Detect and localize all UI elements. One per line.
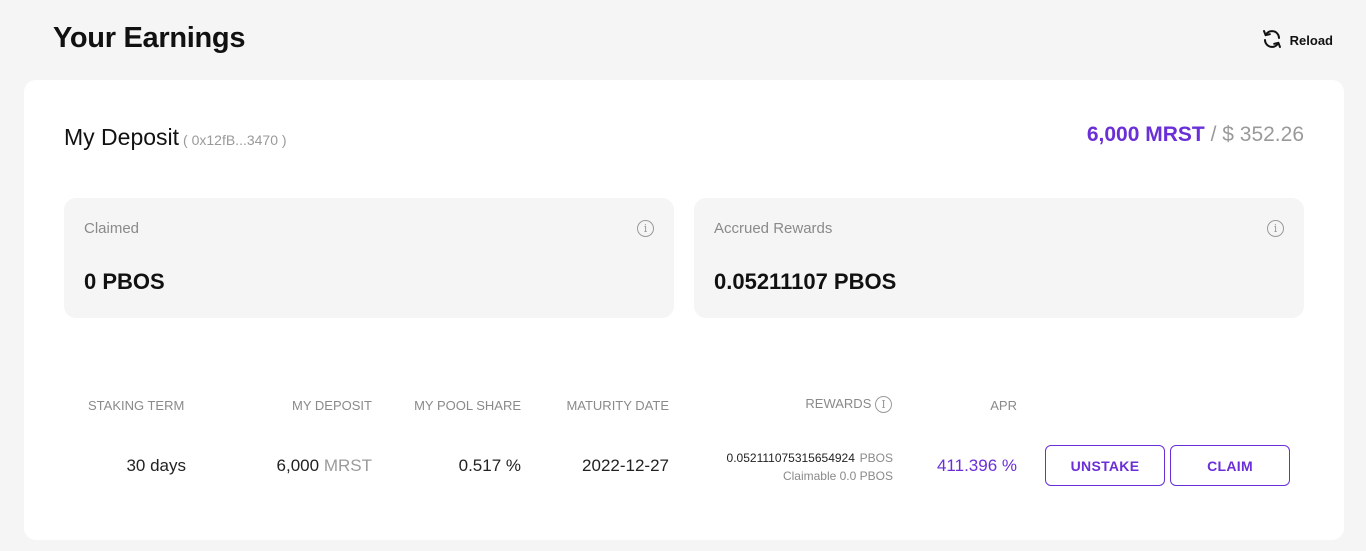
header-staking-term: STAKING TERM — [88, 398, 185, 413]
accrued-rewards-value: 0.05211107 PBOS — [714, 269, 897, 294]
deposit-heading: My Deposit( 0x12fB...3470 ) — [64, 124, 287, 151]
accrued-rewards-box: Accrued Rewards i 0.05211107 PBOS — [694, 198, 1304, 318]
claimed-label: Claimed — [84, 220, 140, 237]
apr-value: 411.396 % — [936, 456, 1017, 475]
unstake-button[interactable]: UNSTAKE — [1045, 445, 1165, 486]
claim-button[interactable]: CLAIM — [1170, 445, 1290, 486]
pool-share-value: 0.517 % — [458, 456, 521, 475]
my-deposit-amount: 6,000 — [276, 456, 320, 475]
my-deposit-value: 6,000 MRST — [277, 456, 372, 476]
maturity-date-value: 2022-12-27 — [582, 456, 669, 475]
info-icon[interactable]: i — [637, 220, 654, 237]
header-rewards-label: REWARDS — [805, 396, 872, 411]
claimed-value: 0 PBOS — [84, 269, 165, 294]
deposit-amount: 6,000 MRST — [1086, 123, 1205, 146]
my-deposit-token: MRST — [323, 456, 372, 475]
reload-label: Reload — [1289, 33, 1333, 48]
reload-button[interactable]: Reload — [1260, 28, 1333, 53]
header-apr: APR — [990, 398, 1017, 413]
deposit-usd-value: $ 352.26 — [1222, 123, 1304, 146]
page-title: Your Earnings — [53, 22, 246, 54]
deposit-address: ( 0x12fB...3470 ) — [183, 132, 287, 148]
claimed-box: Claimed i 0 PBOS — [64, 198, 674, 318]
header-my-deposit: MY DEPOSIT — [292, 398, 372, 413]
header-rewards: REWARDS i — [805, 396, 892, 414]
deposit-title: My Deposit — [64, 124, 180, 150]
deposit-separator: / — [1204, 123, 1223, 146]
staking-term-value: 30 days — [126, 456, 186, 475]
rewards-claimable: Claimable 0.0 PBOS — [782, 469, 893, 483]
rewards-amount: 0.052111075315654924 — [726, 451, 855, 465]
refresh-icon — [1260, 28, 1284, 53]
deposit-total: 6,000 MRST / $ 352.26 — [1087, 123, 1304, 147]
info-icon[interactable]: i — [1267, 220, 1284, 237]
accrued-rewards-label: Accrued Rewards — [714, 220, 833, 237]
earnings-card: My Deposit( 0x12fB...3470 ) 6,000 MRST /… — [24, 80, 1344, 540]
header-my-pool-share: MY POOL SHARE — [414, 398, 521, 413]
rewards-token: PBOS — [859, 451, 893, 465]
info-icon[interactable]: i — [875, 396, 892, 414]
rewards-value: 0.052111075315654924 PBOS Claimable 0.0 … — [727, 448, 893, 485]
header-maturity-date: MATURITY DATE — [566, 398, 669, 413]
